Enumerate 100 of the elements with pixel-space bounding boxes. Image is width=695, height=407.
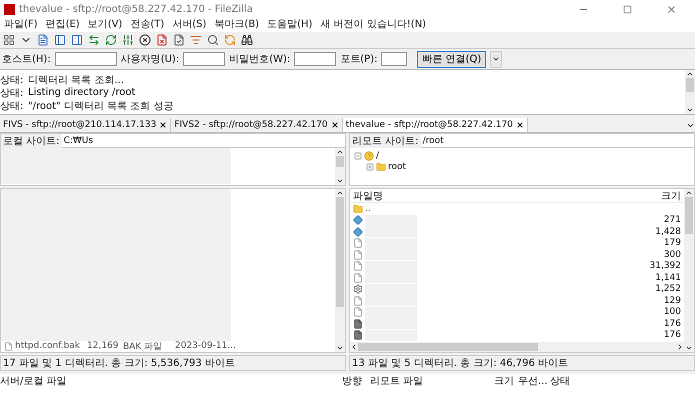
folder-icon: [353, 204, 363, 214]
log-label: 상태:: [0, 74, 24, 86]
file-name: ..: [365, 204, 371, 214]
collapse-icon[interactable]: [354, 152, 362, 160]
file-size: 1,428: [655, 226, 682, 237]
file-size: 100: [664, 307, 682, 318]
status-text: 17 파일 및 1 디렉터리. 총 크기: 5,536,793 바이트: [3, 357, 235, 370]
file-size: 129: [664, 296, 682, 306]
file-size: 1,141: [655, 272, 682, 283]
path-field[interactable]: /root: [420, 136, 694, 146]
file-type: BAK 파일: [123, 340, 164, 353]
scroll-down-icon[interactable]: [336, 177, 344, 185]
scrollbar-thumb[interactable]: [336, 197, 344, 308]
binary-file-icon: [353, 318, 363, 329]
scrollbar-thumb[interactable]: [686, 78, 694, 92]
scroll-up-icon[interactable]: [336, 189, 344, 197]
site-label: 로컬 사이트:: [1, 134, 62, 148]
column-header[interactable]: 크기: [469, 374, 518, 388]
gear-file-icon: [353, 284, 363, 294]
scroll-right-icon[interactable]: [676, 343, 684, 351]
log-label: 상태:: [0, 86, 24, 100]
window-title: thevalue - sftp://root@58.227.42.170 - FileZilla: [19, 4, 254, 14]
close-tab-icon[interactable]: [159, 121, 168, 129]
script-file-icon: [353, 226, 363, 237]
scroll-down-icon[interactable]: [336, 344, 344, 352]
file-size: 31,392: [650, 261, 682, 272]
menu-item[interactable]: 편집(E): [42, 18, 84, 32]
close-tab-icon[interactable]: [516, 121, 524, 129]
refresh-icon[interactable]: [105, 34, 117, 46]
file-date: 2023-09-11...: [175, 341, 236, 352]
file-icon: [353, 307, 363, 318]
field-label: 호스트(H):: [2, 53, 51, 66]
script-file-icon: [353, 215, 363, 226]
menu-item[interactable]: 보기(V): [84, 18, 126, 32]
folder-icon: [376, 162, 386, 172]
status-text: 13 파일 및 5 디렉터리. 총 크기: 46,796 바이트: [352, 357, 568, 370]
file-size: 271: [664, 215, 682, 226]
tree-item[interactable]: root: [388, 162, 406, 172]
connection-tab[interactable]: thevalue - sftp://root@58.227.42.170: [342, 118, 528, 132]
scrollbar-thumb[interactable]: [358, 343, 538, 351]
file-icon: [353, 272, 363, 283]
scroll-left-icon[interactable]: [350, 343, 358, 351]
field-label: 사용자명(U):: [120, 53, 180, 66]
file-size: 12,169: [87, 341, 120, 352]
expand-icon[interactable]: [366, 162, 374, 170]
unknown-folder-icon: [364, 150, 374, 160]
field-label: 비밀번호(W):: [229, 53, 290, 66]
site-label: 리모트 사이트:: [350, 134, 421, 148]
app-logo-icon: [4, 4, 15, 14]
file-size: 179: [664, 238, 682, 248]
scroll-up-icon[interactable]: [686, 70, 694, 78]
tree-item[interactable]: /: [376, 150, 380, 160]
column-header[interactable]: 방향: [342, 374, 370, 388]
menu-item[interactable]: 도움말(H): [263, 18, 316, 32]
column-header[interactable]: 서버/로컬 파일: [0, 374, 342, 388]
close-tab-icon[interactable]: [330, 121, 339, 129]
file-size: 300: [664, 250, 682, 260]
scrollbar-thumb[interactable]: [336, 156, 344, 166]
log-message: 디렉터리 목록 조회...: [28, 74, 124, 86]
menu-item[interactable]: 새 버전이 있습니다!(N): [316, 18, 430, 32]
quickconnect-button[interactable]: 빠른 연결(Q): [417, 50, 486, 68]
scroll-up-icon[interactable]: [336, 148, 344, 156]
column-header[interactable]: 상태: [550, 374, 604, 388]
close-icon[interactable]: [666, 4, 676, 14]
file-icon: [353, 296, 363, 306]
file-icon: [353, 238, 363, 248]
column-header[interactable]: 우선...: [518, 374, 550, 388]
scroll-up-icon[interactable]: [685, 189, 693, 197]
log-message: "/root" 디렉터리 목록 조회 성공: [28, 100, 174, 112]
maximize-icon[interactable]: [622, 4, 632, 14]
file-name: httpd.conf.bak: [15, 341, 82, 352]
cancel-icon[interactable]: [139, 34, 151, 46]
path-field[interactable]: C:₩Us: [62, 136, 345, 146]
column-header[interactable]: 크기: [658, 188, 684, 202]
input-field[interactable]: [54, 52, 117, 66]
menu-item[interactable]: 북마크(B): [210, 18, 264, 32]
file-size: 1,252: [655, 284, 682, 294]
file-size: 176: [664, 318, 682, 329]
log-message: Listing directory /root: [28, 87, 136, 98]
caret-icon: [492, 55, 500, 63]
file-icon: [353, 250, 363, 260]
menu-item[interactable]: 서버(S): [168, 18, 210, 32]
column-header[interactable]: 파일명: [350, 188, 658, 202]
binary-file-icon: [353, 330, 363, 340]
field-label: 포트(P):: [340, 53, 378, 66]
input-field[interactable]: [183, 52, 226, 66]
input-field[interactable]: [381, 52, 408, 66]
scroll-down-icon[interactable]: [686, 106, 694, 114]
input-field[interactable]: [294, 52, 336, 66]
log-label: 상태:: [0, 100, 24, 112]
file-size: 176: [664, 330, 682, 340]
file-icon: [353, 261, 363, 272]
binoculars-icon[interactable]: [241, 34, 253, 46]
dropdown-button[interactable]: [490, 50, 502, 68]
column-header[interactable]: 리모트 파일: [370, 374, 469, 388]
menu-item[interactable]: 전송(T): [126, 18, 168, 32]
scroll-down-icon[interactable]: [685, 344, 693, 352]
search-icon[interactable]: [207, 34, 219, 46]
menu-item[interactable]: 파일(F): [0, 18, 42, 32]
scrollbar-thumb[interactable]: [685, 197, 693, 234]
